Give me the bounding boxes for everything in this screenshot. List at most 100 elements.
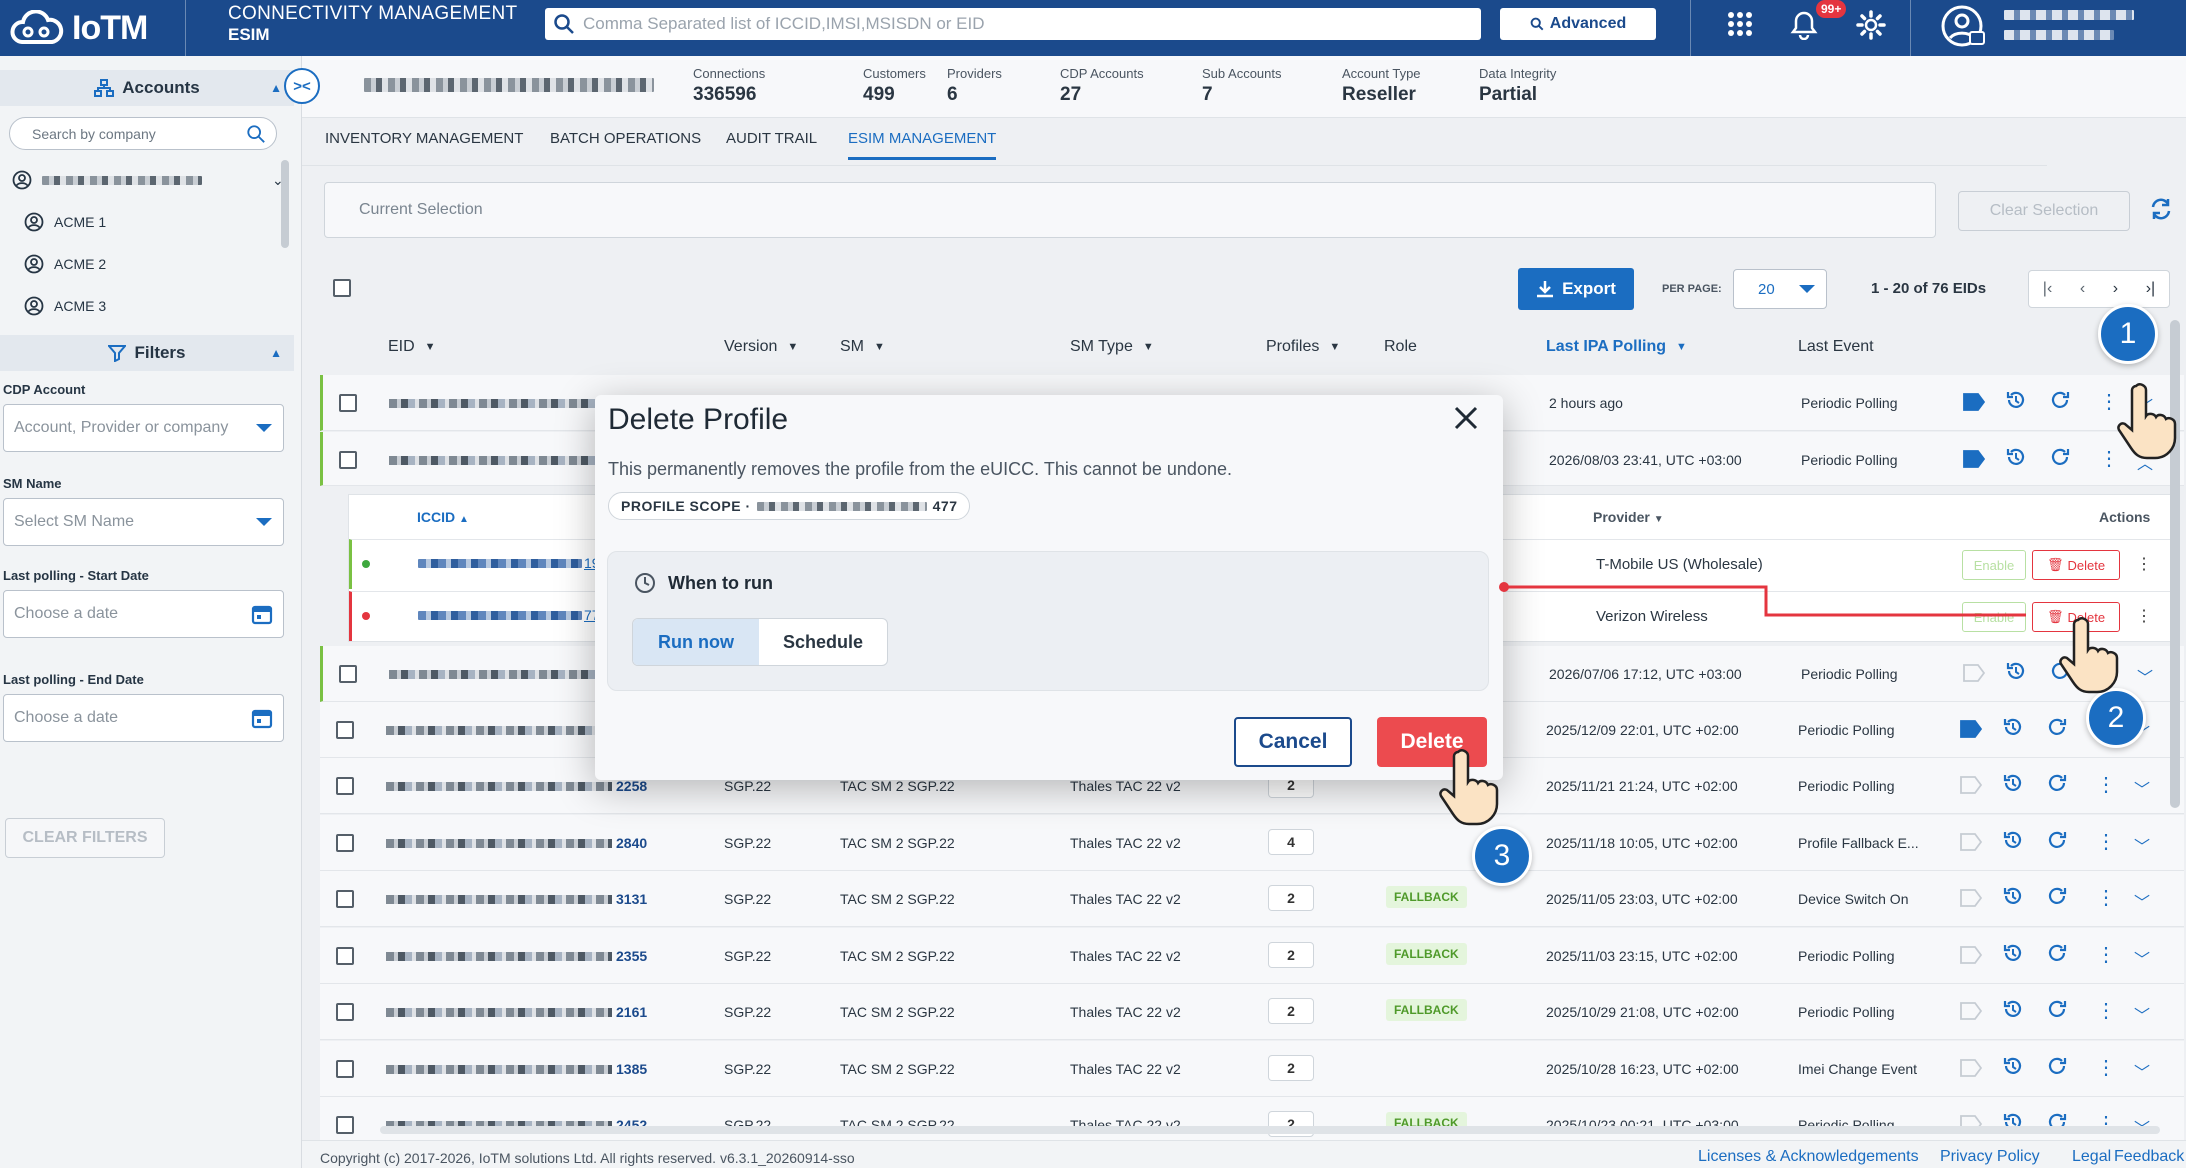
history-icon[interactable] (2002, 942, 2024, 964)
table-row[interactable]: 3131 SGP.22 TAC SM 2 SGP.22 Thales TAC 22 v… (320, 871, 2184, 927)
row-checkbox[interactable] (336, 890, 354, 908)
company-search-input[interactable] (32, 125, 246, 142)
table-row[interactable]: 2840 SGP.22 TAC SM 2 SGP.22 Thales TAC 22 v… (320, 815, 2184, 871)
global-search[interactable] (545, 8, 1481, 40)
eid-value[interactable] (386, 952, 612, 961)
first-page-icon[interactable]: |‹ (2043, 280, 2052, 298)
history-icon[interactable] (2002, 716, 2024, 738)
advanced-search-button[interactable]: Advanced (1500, 8, 1656, 40)
more-options-icon[interactable]: ⋮ (2136, 606, 2152, 626)
column-sm[interactable]: SM ▼ (840, 338, 885, 356)
tag-icon[interactable] (1960, 1059, 1982, 1077)
user-avatar-icon[interactable] (1940, 4, 1988, 52)
row-checkbox[interactable] (339, 451, 357, 469)
history-icon[interactable] (2002, 885, 2024, 907)
tab-batch-operations[interactable]: BATCH OPERATIONS (550, 130, 701, 157)
history-icon[interactable] (2002, 998, 2024, 1020)
refresh-icon[interactable] (2046, 998, 2068, 1020)
tab-audit-trail[interactable]: AUDIT TRAIL (726, 130, 817, 157)
more-options-icon[interactable]: ⋮ (2096, 829, 2116, 854)
more-options-icon[interactable]: ⋮ (2096, 942, 2116, 967)
eid-value[interactable] (386, 839, 612, 848)
column-eid[interactable]: EID ▼ (388, 338, 436, 356)
tab-inventory-management[interactable]: INVENTORY MANAGEMENT (325, 130, 523, 157)
apps-grid-icon[interactable] (1726, 10, 1754, 38)
more-options-icon[interactable]: ⋮ (2096, 1055, 2116, 1080)
eid-suffix[interactable]: 2355 (616, 948, 647, 964)
eid-suffix[interactable]: 2840 (616, 835, 647, 851)
close-icon[interactable] (1453, 405, 1479, 431)
bell-icon[interactable] (1790, 10, 1818, 40)
refresh-icon[interactable] (2046, 772, 2068, 794)
row-checkbox[interactable] (339, 394, 357, 412)
tag-icon[interactable] (1960, 833, 1982, 851)
history-icon[interactable] (2002, 1055, 2024, 1077)
company-search[interactable] (9, 117, 277, 150)
row-checkbox[interactable] (336, 1003, 354, 1021)
sidebar-item-acme-3[interactable]: ACME 3 (24, 296, 106, 316)
tab-esim-management[interactable]: ESIM MANAGEMENT (848, 130, 997, 160)
tag-icon[interactable] (1960, 1002, 1982, 1020)
eid-suffix[interactable]: 3131 (616, 891, 647, 907)
collapse-sidebar-button[interactable]: >< (284, 68, 320, 104)
end-date-input[interactable]: Choose a date (3, 694, 284, 742)
run-now-option[interactable]: Run now (633, 619, 759, 665)
column-last-ipa-polling[interactable]: Last IPA Polling ▼ (1546, 338, 1687, 356)
chevron-down-icon[interactable]: ﹀ (2134, 946, 2150, 970)
refresh-icon[interactable] (2046, 1055, 2068, 1077)
tag-icon[interactable] (1963, 664, 1985, 682)
column-last-event[interactable]: Last Event (1798, 338, 1874, 356)
collapse-caret-icon[interactable]: ▲ (270, 346, 282, 360)
cancel-button[interactable]: Cancel (1234, 717, 1352, 767)
gear-icon[interactable] (1856, 10, 1886, 40)
refresh-icon[interactable] (2046, 942, 2068, 964)
refresh-icon[interactable] (2046, 885, 2068, 907)
sm-name-select[interactable]: Select SM Name (3, 498, 284, 546)
row-checkbox[interactable] (339, 665, 357, 683)
history-icon[interactable] (2005, 446, 2027, 468)
refresh-icon[interactable] (2049, 446, 2071, 468)
more-options-icon[interactable]: ⋮ (2136, 554, 2152, 574)
sidebar-scrollbar[interactable] (281, 160, 289, 248)
history-icon[interactable] (2002, 772, 2024, 794)
chevron-down-icon[interactable]: ﹀ (2134, 776, 2150, 800)
calendar-icon[interactable] (251, 707, 273, 729)
filters-section-header[interactable]: Filters ▲ (0, 335, 294, 371)
more-options-icon[interactable]: ⋮ (2096, 998, 2116, 1023)
refresh-icon[interactable] (2046, 716, 2068, 738)
eid-value[interactable] (386, 895, 612, 904)
chevron-down-icon[interactable]: ﹀ (2137, 664, 2153, 688)
prev-page-icon[interactable]: ‹ (2080, 280, 2085, 298)
sidebar-item-acme-2[interactable]: ACME 2 (24, 254, 106, 274)
table-row[interactable]: 1385 SGP.22 TAC SM 2 SGP.22 Thales TAC 22 v… (320, 1041, 2184, 1097)
eid-value[interactable] (386, 782, 612, 791)
eid-value[interactable] (386, 1065, 612, 1074)
accounts-section-header[interactable]: Accounts ▲ (0, 70, 294, 106)
current-selection-box[interactable]: Current Selection (324, 182, 1936, 238)
row-checkbox[interactable] (336, 721, 354, 739)
export-button[interactable]: Export (1518, 268, 1634, 310)
row-checkbox[interactable] (336, 1116, 354, 1134)
chevron-down-icon[interactable]: ﹀ (2134, 833, 2150, 857)
schedule-option[interactable]: Schedule (759, 619, 887, 665)
history-icon[interactable] (2005, 389, 2027, 411)
column-role[interactable]: Role (1384, 338, 1417, 356)
chevron-down-icon[interactable]: ﹀ (2134, 889, 2150, 913)
refresh-icon[interactable] (2148, 196, 2174, 222)
parent-account[interactable]: ⌄ (12, 170, 284, 190)
tag-icon[interactable] (1960, 946, 1982, 964)
clear-selection-button[interactable]: Clear Selection (1958, 191, 2130, 231)
eid-suffix[interactable]: 1385 (616, 1061, 647, 1077)
column-version[interactable]: Version ▼ (724, 338, 798, 356)
column-profiles[interactable]: Profiles ▼ (1266, 338, 1340, 356)
next-page-icon[interactable]: › (2113, 280, 2118, 298)
enable-button[interactable]: Enable (1962, 550, 2026, 580)
iccid-value[interactable] (418, 559, 582, 568)
sub-column-provider[interactable]: Provider ▼ (1593, 509, 1664, 525)
select-all-checkbox[interactable] (333, 279, 351, 297)
table-row[interactable]: 2161 SGP.22 TAC SM 2 SGP.22 Thales TAC 22 v… (320, 984, 2184, 1040)
iccid-value[interactable] (418, 611, 582, 620)
history-icon[interactable] (2005, 660, 2027, 682)
row-checkbox[interactable] (336, 1060, 354, 1078)
history-icon[interactable] (2002, 829, 2024, 851)
